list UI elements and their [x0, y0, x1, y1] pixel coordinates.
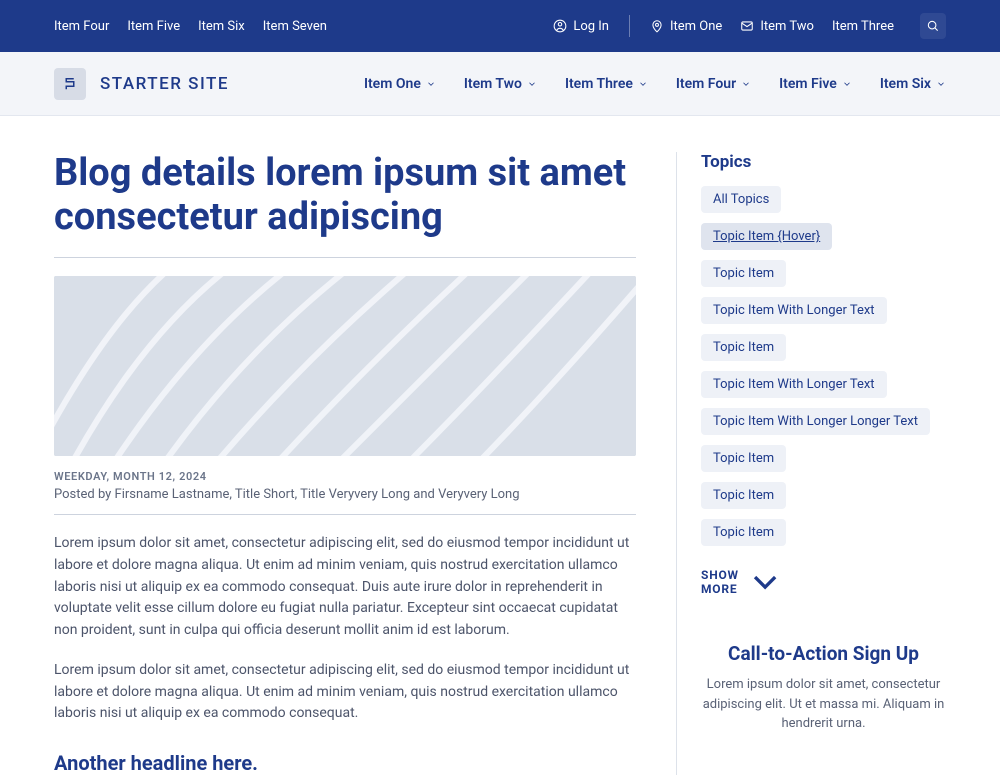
chevron-down-icon	[741, 79, 751, 89]
user-circle-icon	[553, 19, 567, 33]
article-main: Blog details lorem ipsum sit amet consec…	[54, 152, 636, 775]
nav-item[interactable]: Item Three	[565, 76, 648, 92]
nav-item-label: Item Six	[880, 76, 931, 92]
cta-text: Lorem ipsum dolor sit amet, consectetur …	[701, 675, 946, 734]
nav-item[interactable]: Item Six	[880, 76, 946, 92]
nav-item[interactable]: Item One	[364, 76, 436, 92]
topic-tag[interactable]: Topic Item {Hover}	[701, 223, 832, 250]
nav-item-label: Item Five	[779, 76, 837, 92]
topic-tag[interactable]: Topic Item	[701, 260, 786, 287]
topic-tag[interactable]: Topic Item	[701, 482, 786, 509]
utility-link[interactable]: Item Three	[832, 19, 894, 34]
divider	[54, 514, 636, 515]
utility-link[interactable]: Item Five	[127, 19, 180, 34]
hero-image	[54, 276, 636, 456]
show-more-button[interactable]: SHOW MORE	[701, 562, 785, 602]
article-paragraph: Lorem ipsum dolor sit amet, consectetur …	[54, 533, 636, 641]
chevron-down-icon	[842, 79, 852, 89]
nav-item-label: Item One	[364, 76, 421, 92]
nav-item[interactable]: Item Four	[676, 76, 751, 92]
chevron-down-icon	[745, 562, 785, 602]
nav-item[interactable]: Item Two	[464, 76, 537, 92]
utility-bar-right: Log In Item One Item Two Item Three	[553, 13, 946, 39]
chevron-down-icon	[426, 79, 436, 89]
map-pin-icon	[650, 19, 664, 33]
brand-name: STARTER SITE	[100, 74, 229, 94]
cta-heading: Call-to-Action Sign Up	[701, 642, 946, 665]
divider	[629, 15, 630, 37]
hero-image-lines-icon	[54, 276, 636, 456]
article-byline: Posted by Firsname Lastname, Title Short…	[54, 487, 636, 502]
search-button[interactable]	[920, 13, 946, 39]
utility-link[interactable]: Item Four	[54, 19, 109, 34]
brand[interactable]: STARTER SITE	[54, 68, 229, 100]
logo-icon	[61, 75, 79, 93]
chevron-down-icon	[936, 79, 946, 89]
article-title: Blog details lorem ipsum sit amet consec…	[54, 152, 636, 239]
topic-tag-list: All Topics Topic Item {Hover} Topic Item To…	[701, 186, 946, 546]
sidebar: Topics All Topics Topic Item {Hover} Topic…	[676, 152, 946, 775]
nav-item-label: Item Two	[464, 76, 522, 92]
topic-tag[interactable]: Topic Item With Longer Text	[701, 371, 887, 398]
brand-logo	[54, 68, 86, 100]
utility-link[interactable]: Item Six	[198, 19, 245, 34]
show-more-label: SHOW MORE	[701, 568, 739, 596]
topic-tag[interactable]: Topic Item	[701, 519, 786, 546]
sidebar-heading-topics: Topics	[701, 152, 946, 172]
cta-block: Call-to-Action Sign Up Lorem ipsum dolor…	[701, 642, 946, 734]
article-paragraph: Lorem ipsum dolor sit amet, consectetur …	[54, 660, 636, 725]
article-subhead: Another headline here.	[54, 751, 636, 775]
utility-link-label: Item One	[670, 19, 722, 34]
chevron-down-icon	[527, 79, 537, 89]
search-icon	[926, 19, 940, 33]
utility-bar: Item Four Item Five Item Six Item Seven …	[0, 0, 1000, 52]
nav-links: Item One Item Two Item Three Item Four I…	[364, 76, 946, 92]
nav-item[interactable]: Item Five	[779, 76, 852, 92]
divider	[54, 257, 636, 258]
topic-tag[interactable]: Topic Item	[701, 445, 786, 472]
mail-icon	[740, 19, 754, 33]
utility-link-label: Item Two	[760, 19, 814, 34]
page-content: Blog details lorem ipsum sit amet consec…	[0, 116, 1000, 775]
nav-item-label: Item Four	[676, 76, 736, 92]
utility-link[interactable]: Item Seven	[263, 19, 327, 34]
topic-tag[interactable]: Topic Item	[701, 334, 786, 361]
nav-item-label: Item Three	[565, 76, 633, 92]
topic-tag[interactable]: Topic Item With Longer Text	[701, 297, 887, 324]
topic-tag[interactable]: Topic Item With Longer Longer Text	[701, 408, 930, 435]
utility-bar-left: Item Four Item Five Item Six Item Seven	[54, 19, 327, 34]
article-date: WEEKDAY, MONTH 12, 2024	[54, 470, 636, 483]
utility-link[interactable]: Item Two	[740, 19, 814, 34]
login-link[interactable]: Log In	[553, 19, 609, 34]
chevron-down-icon	[638, 79, 648, 89]
utility-link[interactable]: Item One	[650, 19, 722, 34]
login-label: Log In	[573, 19, 609, 34]
topic-tag[interactable]: All Topics	[701, 186, 781, 213]
main-nav: STARTER SITE Item One Item Two Item Thre…	[0, 52, 1000, 116]
